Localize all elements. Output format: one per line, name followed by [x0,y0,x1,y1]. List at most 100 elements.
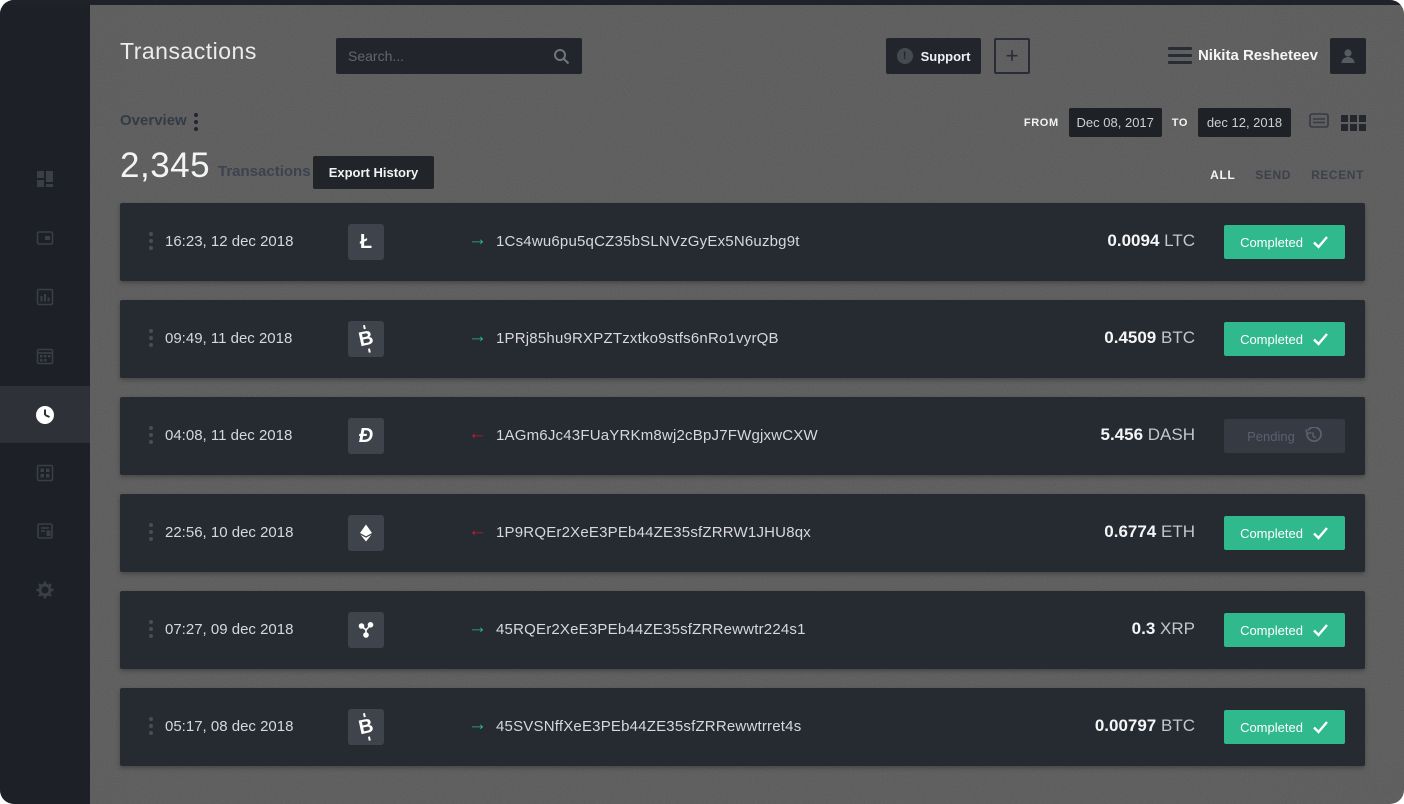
sidebar-item-history[interactable] [0,386,90,443]
sent-arrow-icon: → [468,617,487,638]
sent-arrow-icon: → [468,714,487,735]
table-row[interactable]: 05:17, 08 dec 2018 B → 45SVSNffXeE3PEb44… [120,688,1365,766]
user-avatar[interactable] [1330,38,1366,74]
search-input[interactable] [348,48,553,64]
status-badge[interactable]: Completed [1224,225,1345,259]
to-date-input[interactable]: dec 12, 2018 [1198,108,1291,137]
gear-icon [36,581,54,598]
tx-amount: 0.0094 LTC [1107,231,1195,250]
search-box[interactable] [336,38,582,74]
status-badge[interactable]: Completed [1224,516,1345,550]
tx-address: 1AGm6Jc43FUaYRKm8wj2cBpJ7FWgjxwCXW [496,427,818,444]
support-label: Support [920,48,971,64]
tx-amount: 0.4509 BTC [1104,328,1195,347]
transaction-list: 16:23, 12 dec 2018 Ł → 1Cs4wu6pu5qCZ35bS… [120,203,1365,785]
check-icon [1313,624,1328,637]
tx-datetime: 22:56, 10 dec 2018 [165,524,294,541]
tx-datetime: 04:08, 11 dec 2018 [165,427,293,444]
tx-datetime: 16:23, 12 dec 2018 [165,233,294,250]
sidebar-item-analytics[interactable] [0,268,90,325]
sidebar-item-dashboard[interactable] [0,150,90,207]
support-button[interactable]: ! Support [886,38,981,74]
dash-icon: Đ [348,418,384,454]
to-label: TO [1171,116,1188,129]
status-badge[interactable]: Completed [1224,710,1345,744]
history-clock-icon [1305,427,1322,442]
table-row[interactable]: 07:27, 09 dec 2018 → 45RQEr2XeE3PEb44ZE3… [120,591,1365,669]
tx-address: 45SVSNffXeE3PEb44ZE35sfZRRewwtrret4s [496,718,802,735]
sidebar-item-settings[interactable] [0,561,90,618]
exclamation-icon: ! [896,48,913,64]
menu-icon[interactable] [1168,47,1192,68]
dashboard-icon [37,170,53,187]
bar-chart-icon [36,288,54,305]
search-icon[interactable] [553,48,570,65]
filter-tabs: ALL SEND RECENT [1210,168,1364,182]
sent-arrow-icon: → [468,229,487,250]
row-more-icon[interactable] [149,232,153,253]
sidebar-item-table[interactable] [0,444,90,501]
tx-address: 1Cs4wu6pu5qCZ35bSLNVzGyEx5N6uzbg9t [496,233,800,250]
table-row[interactable]: 22:56, 10 dec 2018 ← 1P9RQEr2XeE3PEb44ZE… [120,494,1365,572]
tx-amount: 5.456 DASH [1100,425,1195,444]
app-window: Transactions ! Support + Nikita Reshetee… [0,0,1404,804]
sidebar [0,0,90,804]
tx-datetime: 09:49, 11 dec 2018 [165,330,293,347]
tx-datetime: 05:17, 08 dec 2018 [165,718,294,735]
status-badge[interactable]: Pending [1224,419,1345,453]
section-label-overview[interactable]: Overview [120,112,187,129]
person-icon [1341,49,1355,63]
main-content: Transactions ! Support + Nikita Reshetee… [90,0,1404,804]
row-more-icon[interactable] [149,620,153,641]
check-icon [1313,721,1328,734]
tx-datetime: 07:27, 09 dec 2018 [165,621,294,638]
sidebar-item-calendar[interactable] [0,327,90,384]
check-icon [1313,527,1328,540]
filter-tab-recent[interactable]: RECENT [1311,168,1364,182]
tx-address: 1PRj85hu9RXPZTzxtko9stfs6nRo1vyrQB [496,330,779,347]
ripple-icon [348,612,384,648]
table-grid-icon [36,464,54,481]
export-history-button[interactable]: Export History [313,156,434,189]
date-range: FROM Dec 08, 2017 TO dec 12, 2018 [1024,108,1366,137]
row-more-icon[interactable] [149,329,153,350]
grid-view-icon[interactable] [1341,114,1366,131]
bitcoin-icon: B [348,321,384,357]
tx-address: 45RQEr2XeE3PEb44ZE35sfZRRewwtr224s1 [496,621,806,638]
from-date-input[interactable]: Dec 08, 2017 [1068,108,1162,137]
table-row[interactable]: 09:49, 11 dec 2018 B → 1PRj85hu9RXPZTzxt… [120,300,1365,378]
sidebar-item-reports[interactable] [0,502,90,559]
plus-icon: + [1005,43,1019,68]
filter-tab-send[interactable]: SEND [1255,168,1291,182]
row-more-icon[interactable] [149,426,153,447]
transaction-count: 2,345 [120,146,211,185]
window-top-edge [0,0,1404,5]
sent-arrow-icon: → [468,326,487,347]
table-row[interactable]: 04:08, 11 dec 2018 Đ ← 1AGm6Jc43FUaYRKm8… [120,397,1365,475]
row-more-icon[interactable] [149,717,153,738]
tx-amount: 0.00797 BTC [1094,716,1195,735]
clock-icon [36,405,54,424]
tx-amount: 0.6774 ETH [1104,522,1195,541]
ethereum-icon [348,515,384,551]
transaction-count-label: Transactions [218,163,311,180]
check-icon [1313,333,1328,346]
status-badge[interactable]: Completed [1224,322,1345,356]
table-row[interactable]: 16:23, 12 dec 2018 Ł → 1Cs4wu6pu5qCZ35bS… [120,203,1365,281]
check-icon [1313,236,1328,249]
page-title: Transactions [120,38,257,64]
user-name: Nikita Resheteev [1197,47,1318,64]
wallet-icon [36,230,54,245]
litecoin-icon: Ł [348,224,384,260]
add-button[interactable]: + [994,38,1030,74]
sidebar-item-wallet[interactable] [0,209,90,266]
bitcoin-icon: B [348,709,384,745]
tx-address: 1P9RQEr2XeE3PEb44ZE35sfZRRW1JHU8qx [496,524,811,541]
filter-tab-all[interactable]: ALL [1210,168,1235,182]
status-badge[interactable]: Completed [1224,613,1345,647]
received-arrow-icon: ← [468,520,487,541]
row-more-icon[interactable] [149,523,153,544]
overview-more-icon[interactable] [194,113,198,134]
tx-amount: 0.3 XRP [1131,619,1195,638]
list-view-icon[interactable] [1309,112,1329,133]
